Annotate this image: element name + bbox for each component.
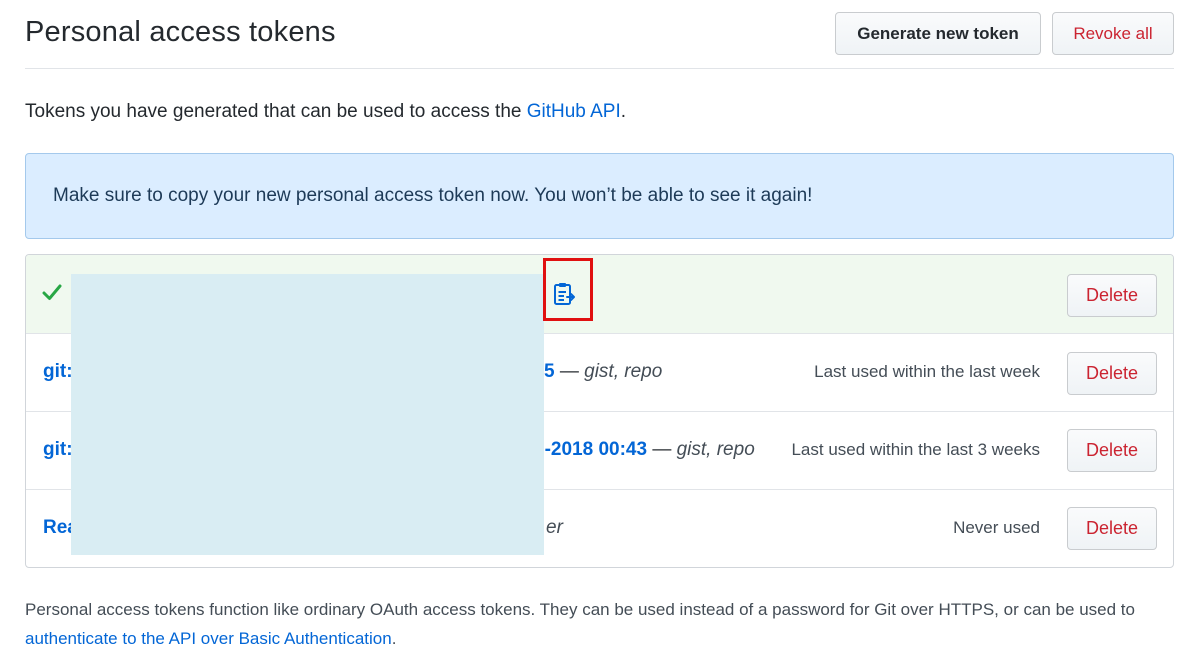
github-api-link[interactable]: GitHub API [527, 101, 621, 122]
token-scopes: gist, repo [584, 361, 663, 382]
token-scopes: er [546, 517, 563, 538]
token-date: 5 [544, 361, 555, 382]
personal-access-tokens-page: Personal access tokens Generate new toke… [0, 0, 1182, 655]
check-icon [42, 284, 62, 300]
token-usage: Last used within the last 3 weeks [791, 440, 1040, 459]
token-scopes: gist, repo [676, 439, 755, 460]
footer-note: Personal access tokens function like ord… [25, 595, 1165, 653]
token-date: 5-2018 00:43 [534, 439, 648, 460]
generate-new-token-button[interactable]: Generate new token [835, 12, 1041, 55]
footer-text: Personal access tokens function like ord… [25, 600, 1135, 619]
basic-auth-link[interactable]: authenticate to the API over Basic Authe… [25, 629, 392, 648]
token-name-link[interactable]: git: [43, 361, 73, 383]
token-usage: Last used within the last week [814, 362, 1040, 381]
delete-token-button[interactable]: Delete [1067, 352, 1157, 395]
token-meta: 5-2018 00:43 — gist, repo [534, 439, 755, 461]
token-usage: Never used [953, 518, 1040, 537]
intro-text-body: Tokens you have generated that can be us… [25, 101, 527, 122]
token-meta: 5 — gist, repo [544, 361, 662, 383]
footer-suffix: . [391, 629, 397, 648]
page-title: Personal access tokens [25, 16, 336, 48]
token-separator: — [554, 361, 585, 382]
copy-token-flash: Make sure to copy your new personal acce… [25, 153, 1174, 239]
redacted-area [71, 274, 544, 555]
clipboard-icon[interactable] [551, 281, 577, 307]
page-header: Personal access tokens Generate new toke… [25, 0, 1174, 69]
intro-suffix: . [620, 101, 627, 122]
token-name-link[interactable]: git: [43, 439, 73, 461]
token-separator: — [647, 439, 677, 460]
flash-message: Make sure to copy your new personal acce… [53, 185, 813, 206]
delete-token-button[interactable]: Delete [1067, 274, 1157, 317]
intro-text: Tokens you have generated that can be us… [25, 101, 626, 123]
delete-token-button[interactable]: Delete [1067, 507, 1157, 550]
delete-token-button[interactable]: Delete [1067, 429, 1157, 472]
revoke-all-button[interactable]: Revoke all [1052, 12, 1174, 55]
